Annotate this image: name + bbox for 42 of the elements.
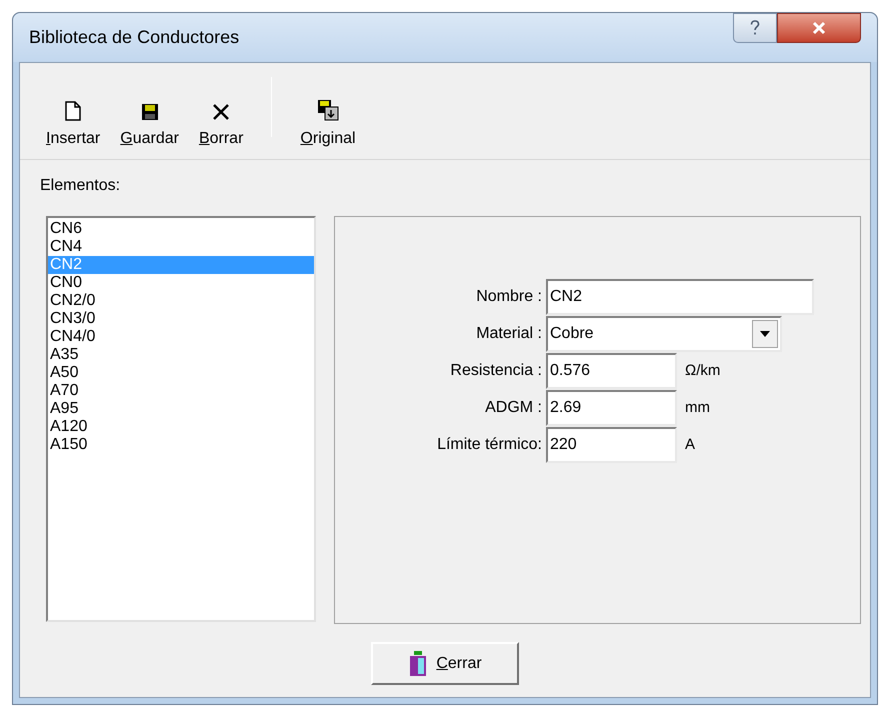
toolbar-button[interactable]: Original bbox=[292, 99, 364, 151]
field-label: ADGM : bbox=[484, 398, 543, 418]
list-item[interactable]: A120 bbox=[48, 418, 314, 436]
dropdown[interactable]: Cobre bbox=[546, 316, 782, 352]
window-title: Biblioteca de Conductores bbox=[29, 26, 240, 49]
list-item[interactable]: CN3/0 bbox=[48, 310, 314, 328]
floppy-arrow-icon bbox=[316, 99, 339, 121]
list-item[interactable]: CN4 bbox=[48, 238, 314, 256]
toolbar-button[interactable]: Guardar bbox=[112, 103, 187, 151]
input-field[interactable]: 0.576 bbox=[546, 353, 677, 389]
input-field[interactable]: 2.69 bbox=[546, 390, 677, 426]
list-item[interactable]: A150 bbox=[48, 436, 314, 454]
unit-label: A bbox=[685, 434, 696, 455]
close-button[interactable] bbox=[777, 13, 861, 43]
list-item[interactable]: A70 bbox=[48, 382, 314, 400]
unit-label: mm bbox=[685, 398, 710, 418]
list-label: Elementos: bbox=[40, 176, 122, 196]
field-label: Límite térmico: bbox=[436, 435, 543, 455]
list-item[interactable]: CN0 bbox=[48, 274, 314, 292]
unit-label: Ω/km bbox=[685, 360, 720, 381]
field-label: Nombre : bbox=[475, 287, 543, 307]
door-icon bbox=[408, 650, 428, 676]
elements-list[interactable]: CN6 CN4 CN2 CN0 CN2/0 CN3/0 CN4/0 A35 A50 A70 A95 A120 A150 bbox=[46, 216, 316, 622]
list-item[interactable]: A35 bbox=[48, 346, 314, 364]
help-button[interactable] bbox=[733, 13, 777, 43]
list-item[interactable]: CN4/0 bbox=[48, 328, 314, 346]
help-icon bbox=[750, 20, 760, 36]
field-label: Resistencia : bbox=[449, 361, 543, 381]
input-field[interactable]: 220 bbox=[546, 427, 677, 463]
list-item[interactable]: A95 bbox=[48, 400, 314, 418]
page-icon bbox=[65, 101, 82, 121]
toolbar-button[interactable]: Insertar bbox=[38, 101, 108, 151]
list-item[interactable]: A50 bbox=[48, 364, 314, 382]
close-icon bbox=[812, 21, 826, 35]
field-label: Material : bbox=[475, 324, 543, 344]
close-dialog-button[interactable]: Cerrar bbox=[371, 642, 519, 685]
input-field[interactable]: CN2 bbox=[546, 279, 814, 315]
toolbar-button[interactable]: Borrar bbox=[190, 103, 252, 151]
list-item[interactable]: CN6 bbox=[48, 220, 314, 238]
x-mark-icon bbox=[212, 103, 230, 121]
floppy-icon bbox=[140, 103, 159, 121]
list-item[interactable]: CN2/0 bbox=[48, 292, 314, 310]
